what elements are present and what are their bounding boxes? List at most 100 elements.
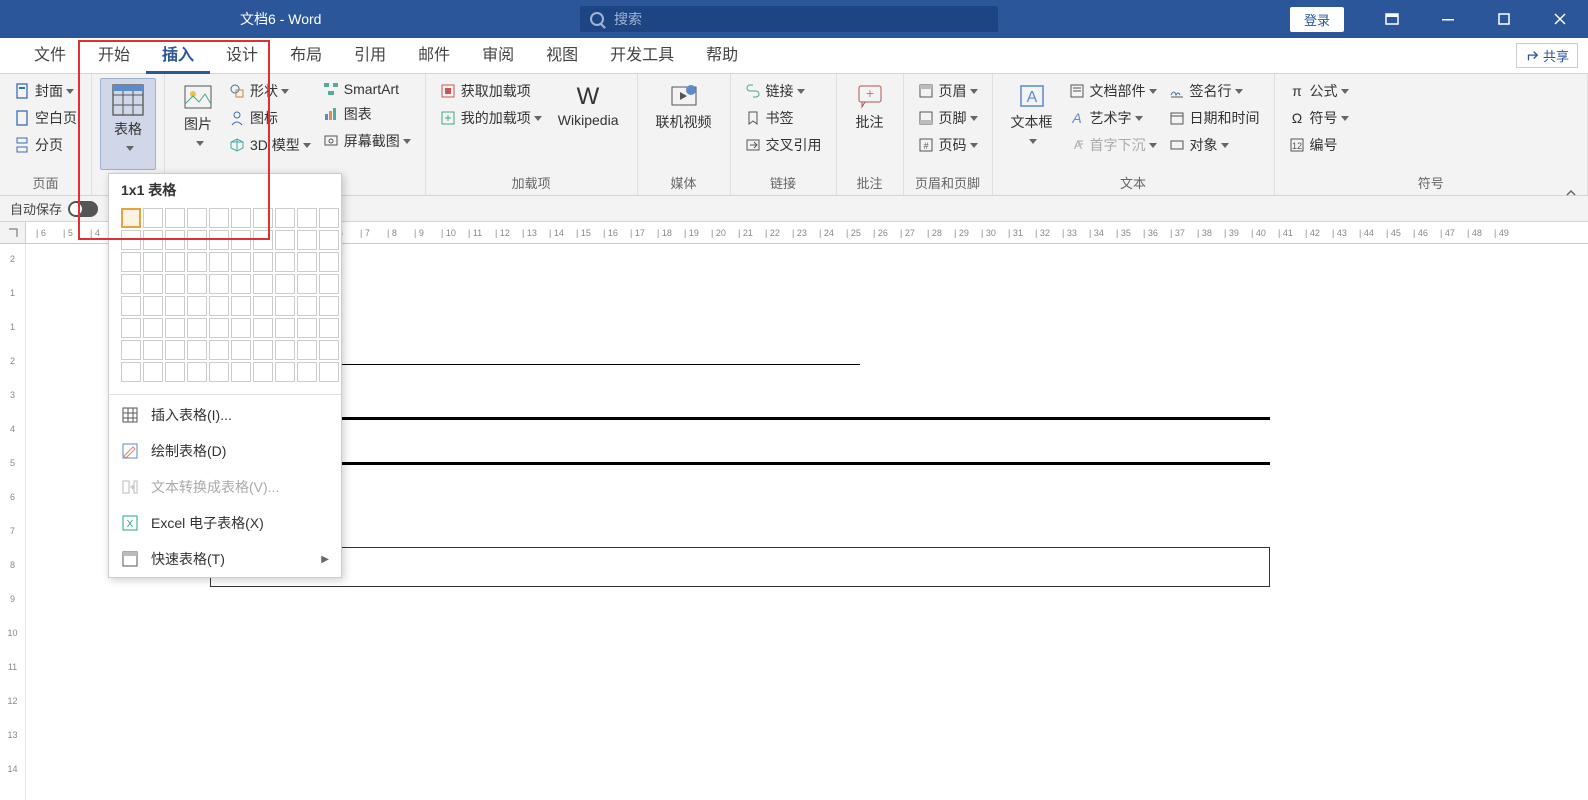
blank-page-button[interactable]: 空白页 bbox=[8, 105, 83, 131]
table-grid-cell[interactable] bbox=[231, 340, 251, 360]
table-grid-cell[interactable] bbox=[187, 296, 207, 316]
table-grid-cell[interactable] bbox=[209, 208, 229, 228]
table-grid-cell[interactable] bbox=[297, 252, 317, 272]
table-grid-cell[interactable] bbox=[231, 362, 251, 382]
autosave-toggle[interactable] bbox=[68, 201, 98, 217]
table-grid-cell[interactable] bbox=[165, 208, 185, 228]
table-grid-cell[interactable] bbox=[165, 274, 185, 294]
close-button[interactable] bbox=[1532, 0, 1588, 38]
table-grid-cell[interactable] bbox=[275, 296, 295, 316]
table-grid-cell[interactable] bbox=[297, 318, 317, 338]
table-grid-cell[interactable] bbox=[121, 252, 141, 272]
tab-design[interactable]: 设计 bbox=[210, 38, 274, 74]
table-grid-cell[interactable] bbox=[297, 362, 317, 382]
table-grid-cell[interactable] bbox=[253, 362, 273, 382]
datetime-button[interactable]: 日期和时间 bbox=[1163, 105, 1266, 131]
table-grid-cell[interactable] bbox=[143, 230, 163, 250]
table-grid-cell[interactable] bbox=[143, 340, 163, 360]
pictures-button[interactable]: 图片 bbox=[173, 78, 223, 170]
table-grid-cell[interactable] bbox=[209, 296, 229, 316]
table-grid-cell[interactable] bbox=[209, 340, 229, 360]
table-grid-cell[interactable] bbox=[319, 340, 339, 360]
comment-button[interactable]: + 批注 bbox=[845, 78, 895, 170]
footer-button[interactable]: 页脚 bbox=[912, 105, 984, 131]
table-grid-cell[interactable] bbox=[121, 230, 141, 250]
table-grid-cell[interactable] bbox=[209, 252, 229, 272]
tab-insert[interactable]: 插入 bbox=[146, 38, 210, 74]
table-grid-cell[interactable] bbox=[275, 362, 295, 382]
3dmodel-button[interactable]: 3D 模型 bbox=[223, 132, 317, 158]
tab-file[interactable]: 文件 bbox=[18, 38, 82, 74]
table-grid-cell[interactable] bbox=[165, 340, 185, 360]
login-button[interactable]: 登录 bbox=[1290, 7, 1344, 32]
insert-table-item[interactable]: 插入表格(I)... bbox=[109, 397, 341, 433]
table-grid-cell[interactable] bbox=[297, 274, 317, 294]
table-grid-cell[interactable] bbox=[253, 318, 273, 338]
table-grid-cell[interactable] bbox=[143, 362, 163, 382]
table-grid-cell[interactable] bbox=[121, 340, 141, 360]
signature-button[interactable]: 签名行 bbox=[1163, 78, 1266, 104]
table-grid-cell[interactable] bbox=[231, 318, 251, 338]
table-grid-cell[interactable] bbox=[319, 274, 339, 294]
table-grid-cell[interactable] bbox=[319, 252, 339, 272]
ruler-corner[interactable] bbox=[0, 222, 26, 243]
equation-button[interactable]: π公式 bbox=[1283, 78, 1355, 104]
table-grid-cell[interactable] bbox=[165, 230, 185, 250]
crossref-button[interactable]: 交叉引用 bbox=[739, 132, 828, 158]
screenshot-button[interactable]: 屏幕截图 bbox=[317, 128, 417, 154]
draw-table-item[interactable]: 绘制表格(D) bbox=[109, 433, 341, 469]
header-button[interactable]: 页眉 bbox=[912, 78, 984, 104]
table-grid-cell[interactable] bbox=[187, 230, 207, 250]
table-grid-cell[interactable] bbox=[187, 340, 207, 360]
table-grid-cell[interactable] bbox=[165, 362, 185, 382]
table-1x1[interactable] bbox=[210, 547, 1270, 587]
table-grid-cell[interactable] bbox=[253, 340, 273, 360]
textbox-button[interactable]: A 文本框 bbox=[1001, 78, 1063, 170]
table-grid-cell[interactable] bbox=[319, 296, 339, 316]
table-grid-cell[interactable] bbox=[209, 318, 229, 338]
table-grid-cell[interactable] bbox=[209, 230, 229, 250]
dropcap-button[interactable]: A首字下沉 bbox=[1063, 132, 1163, 158]
table-grid-cell[interactable] bbox=[143, 252, 163, 272]
tab-mailings[interactable]: 邮件 bbox=[402, 38, 466, 74]
quick-table-item[interactable]: 快速表格(T) ▶ bbox=[109, 541, 341, 577]
minimize-button[interactable] bbox=[1420, 0, 1476, 38]
table-grid-cell[interactable] bbox=[121, 296, 141, 316]
table-grid-cell[interactable] bbox=[253, 296, 273, 316]
table-grid-cell[interactable] bbox=[231, 274, 251, 294]
table-grid-cell[interactable] bbox=[275, 340, 295, 360]
tab-devtools[interactable]: 开发工具 bbox=[594, 38, 690, 74]
table-grid-cell[interactable] bbox=[319, 208, 339, 228]
table-grid-cell[interactable] bbox=[319, 318, 339, 338]
my-addins-button[interactable]: 我的加载项 bbox=[434, 105, 548, 131]
table-grid-cell[interactable] bbox=[121, 274, 141, 294]
symbol-button[interactable]: Ω符号 bbox=[1283, 105, 1355, 131]
number-button[interactable]: 12编号 bbox=[1283, 132, 1355, 158]
table-size-grid[interactable] bbox=[109, 204, 341, 392]
table-grid-cell[interactable] bbox=[143, 208, 163, 228]
table-grid-cell[interactable] bbox=[275, 252, 295, 272]
table-grid-cell[interactable] bbox=[209, 274, 229, 294]
table-grid-cell[interactable] bbox=[231, 230, 251, 250]
table-grid-cell[interactable] bbox=[297, 340, 317, 360]
cover-page-button[interactable]: 封面 bbox=[8, 78, 83, 104]
object-button[interactable]: 对象 bbox=[1163, 132, 1266, 158]
table-button[interactable]: 表格 bbox=[100, 78, 156, 170]
table-grid-cell[interactable] bbox=[319, 230, 339, 250]
table-grid-cell[interactable] bbox=[275, 274, 295, 294]
icons-button[interactable]: 图标 bbox=[223, 105, 317, 131]
pagenumber-button[interactable]: #页码 bbox=[912, 132, 984, 158]
wikipedia-button[interactable]: W Wikipedia bbox=[548, 78, 629, 170]
table-grid-cell[interactable] bbox=[165, 252, 185, 272]
maximize-button[interactable] bbox=[1476, 0, 1532, 38]
table-grid-cell[interactable] bbox=[209, 362, 229, 382]
table-grid-cell[interactable] bbox=[143, 274, 163, 294]
table-grid-cell[interactable] bbox=[275, 230, 295, 250]
table-grid-cell[interactable] bbox=[253, 208, 273, 228]
table-grid-cell[interactable] bbox=[297, 230, 317, 250]
table-grid-cell[interactable] bbox=[231, 296, 251, 316]
table-grid-cell[interactable] bbox=[143, 296, 163, 316]
table-grid-cell[interactable] bbox=[231, 208, 251, 228]
table-grid-cell[interactable] bbox=[275, 208, 295, 228]
tab-review[interactable]: 审阅 bbox=[466, 38, 530, 74]
